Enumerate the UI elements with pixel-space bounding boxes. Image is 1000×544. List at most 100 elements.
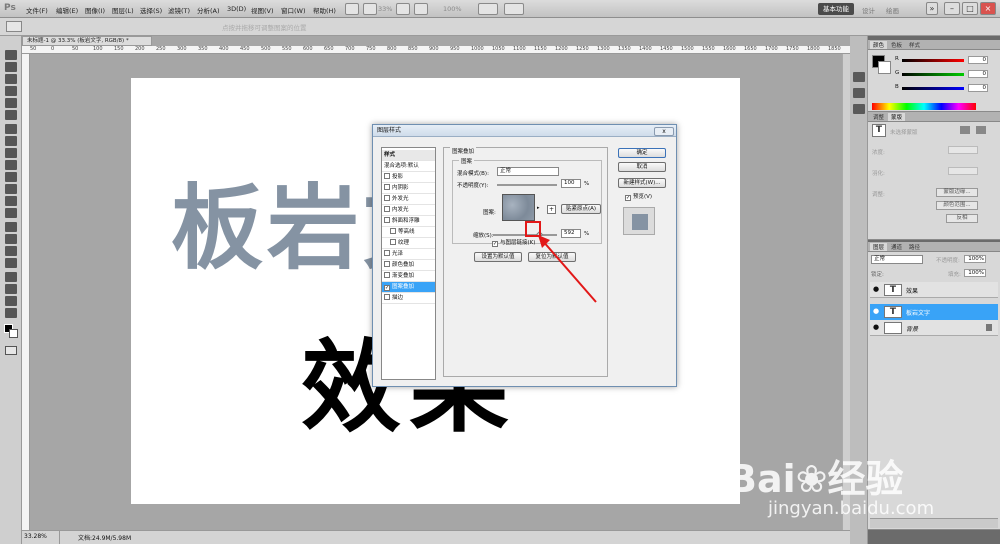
close-icon[interactable]: × bbox=[980, 2, 996, 15]
pixel-mask-icon[interactable] bbox=[960, 126, 970, 134]
pen-tool-icon[interactable] bbox=[5, 222, 17, 232]
workspace-design[interactable]: 设计 bbox=[862, 5, 875, 15]
hand-tool-icon[interactable] bbox=[5, 296, 17, 306]
menu-window[interactable]: 窗口(W) bbox=[281, 5, 306, 15]
menu-layer[interactable]: 图层(L) bbox=[112, 5, 134, 15]
style-checkbox[interactable] bbox=[390, 239, 396, 245]
opacity-input[interactable]: 100 bbox=[561, 179, 581, 188]
layer-blend-mode-select[interactable]: 正常 bbox=[871, 255, 923, 264]
workspace-menu-icon[interactable]: » bbox=[926, 2, 938, 15]
style-checkbox[interactable] bbox=[384, 206, 390, 212]
tab-layers[interactable]: 图层 bbox=[870, 243, 888, 251]
style-checkbox[interactable] bbox=[384, 195, 390, 201]
cancel-button[interactable]: 取消 bbox=[618, 162, 666, 172]
3d-rotate-icon[interactable] bbox=[5, 272, 17, 282]
blur-tool-icon[interactable] bbox=[5, 196, 17, 206]
style-checkbox[interactable] bbox=[384, 294, 390, 300]
style-item[interactable]: 外发光 bbox=[382, 194, 435, 205]
healing-brush-icon[interactable] bbox=[5, 124, 17, 134]
character-panel-icon[interactable] bbox=[853, 88, 865, 98]
dodge-tool-icon[interactable] bbox=[5, 208, 17, 218]
channel-b-slider[interactable] bbox=[902, 87, 964, 90]
layer-row-background[interactable]: ● 背景 bbox=[870, 320, 998, 336]
style-checkbox[interactable] bbox=[384, 173, 390, 179]
style-item[interactable]: 等高线 bbox=[382, 227, 435, 238]
fill-value[interactable]: 100% bbox=[964, 269, 986, 277]
channel-g-slider[interactable] bbox=[902, 73, 964, 76]
link-with-layer-checkbox[interactable]: ✓ 与图层链接(K) bbox=[492, 238, 535, 247]
layer-opacity-value[interactable]: 100% bbox=[964, 255, 986, 263]
color-spectrum-bar[interactable] bbox=[872, 103, 976, 110]
crop-tool-icon[interactable] bbox=[5, 98, 17, 108]
vertical-ruler[interactable] bbox=[22, 54, 30, 530]
tab-adjustments[interactable]: 调整 bbox=[870, 113, 887, 121]
link-checkbox-box[interactable]: ✓ bbox=[492, 241, 498, 247]
3d-orbit-icon[interactable] bbox=[5, 284, 17, 294]
dialog-close-button[interactable]: x bbox=[654, 127, 674, 136]
menu-edit[interactable]: 编辑(E) bbox=[56, 5, 78, 15]
style-item[interactable]: ✓ 图案叠加 bbox=[382, 282, 435, 293]
shape-tool-icon[interactable] bbox=[5, 258, 17, 268]
pattern-swatch[interactable] bbox=[502, 194, 535, 221]
move-tool-preset-icon[interactable] bbox=[6, 21, 22, 32]
ok-button[interactable]: 确定 bbox=[618, 148, 666, 158]
marquee-tool-icon[interactable] bbox=[5, 62, 17, 72]
hand-tool-button[interactable] bbox=[396, 3, 410, 15]
minibridge-button[interactable] bbox=[363, 3, 377, 15]
screen-mode-button[interactable] bbox=[504, 3, 524, 15]
density-value[interactable] bbox=[948, 146, 978, 154]
set-default-button[interactable]: 设置为默认值 bbox=[474, 252, 522, 262]
paragraph-panel-icon[interactable] bbox=[853, 104, 865, 114]
zoom-percent-select[interactable]: 100% bbox=[443, 5, 462, 13]
visibility-eye-icon[interactable]: ● bbox=[873, 324, 881, 331]
style-checkbox[interactable] bbox=[384, 184, 390, 190]
channel-r-value[interactable]: 0 bbox=[968, 56, 988, 64]
menu-3d[interactable]: 3D(D) bbox=[227, 5, 246, 13]
tab-masks[interactable]: 蒙版 bbox=[888, 113, 906, 121]
menu-view[interactable]: 视图(V) bbox=[251, 5, 274, 15]
restore-icon[interactable]: □ bbox=[962, 2, 978, 15]
blend-options-item[interactable]: 混合选项:默认 bbox=[382, 161, 435, 172]
workspace-painting[interactable]: 绘画 bbox=[886, 5, 899, 15]
tab-channels[interactable]: 通道 bbox=[888, 243, 905, 251]
new-preset-icon[interactable]: + bbox=[547, 205, 556, 214]
style-item[interactable]: 投影 bbox=[382, 172, 435, 183]
horizontal-ruler[interactable]: 50 0 50 100 150 200 250 300 350 400 450 500 550 600 65… bbox=[22, 46, 850, 54]
clone-stamp-icon[interactable] bbox=[5, 148, 17, 158]
quick-mask-icon[interactable] bbox=[5, 346, 17, 355]
style-item[interactable]: 颜色叠加 bbox=[382, 260, 435, 271]
arrange-docs-button[interactable] bbox=[478, 3, 498, 15]
status-zoom[interactable]: 33.28% bbox=[22, 531, 60, 544]
invert-button[interactable]: 反相 bbox=[946, 214, 978, 223]
blend-mode-select[interactable]: 正常 bbox=[497, 167, 559, 176]
document-tab[interactable]: 未标题-1 @ 33.3% (板岩文字, RGB/8) * bbox=[22, 36, 152, 46]
style-checkbox[interactable] bbox=[390, 228, 396, 234]
background-color-swatch[interactable] bbox=[9, 329, 18, 338]
tab-color[interactable]: 颜色 bbox=[870, 41, 888, 49]
bridge-button[interactable] bbox=[345, 3, 359, 15]
pattern-dropdown-icon[interactable]: ▸ bbox=[537, 205, 543, 211]
workspace-essentials[interactable]: 基本功能 bbox=[818, 3, 854, 15]
history-panel-icon[interactable] bbox=[853, 72, 865, 82]
gradient-tool-icon[interactable] bbox=[5, 184, 17, 194]
visibility-eye-icon[interactable]: ● bbox=[873, 308, 881, 315]
menu-select[interactable]: 选择(S) bbox=[140, 5, 162, 15]
move-tool-icon[interactable] bbox=[5, 50, 17, 60]
style-item[interactable]: 描边 bbox=[382, 293, 435, 304]
tab-styles[interactable]: 样式 bbox=[906, 41, 923, 49]
visibility-eye-icon[interactable]: ● bbox=[873, 286, 881, 293]
menu-filter[interactable]: 滤镜(T) bbox=[168, 5, 190, 15]
style-checkbox[interactable]: ✓ bbox=[384, 285, 390, 291]
history-brush-icon[interactable] bbox=[5, 160, 17, 170]
vector-mask-icon[interactable] bbox=[976, 126, 986, 134]
zoom-level-display[interactable]: 33% bbox=[378, 5, 392, 13]
style-checkbox[interactable] bbox=[384, 217, 390, 223]
eyedropper-tool-icon[interactable] bbox=[5, 110, 17, 120]
menu-image[interactable]: 图像(I) bbox=[85, 5, 105, 15]
menu-analysis[interactable]: 分析(A) bbox=[197, 5, 220, 15]
style-checkbox[interactable] bbox=[384, 250, 390, 256]
eraser-tool-icon[interactable] bbox=[5, 172, 17, 182]
style-item[interactable]: 渐变叠加 bbox=[382, 271, 435, 282]
zoom-tool-icon[interactable] bbox=[5, 308, 17, 318]
type-tool-icon[interactable] bbox=[5, 234, 17, 244]
